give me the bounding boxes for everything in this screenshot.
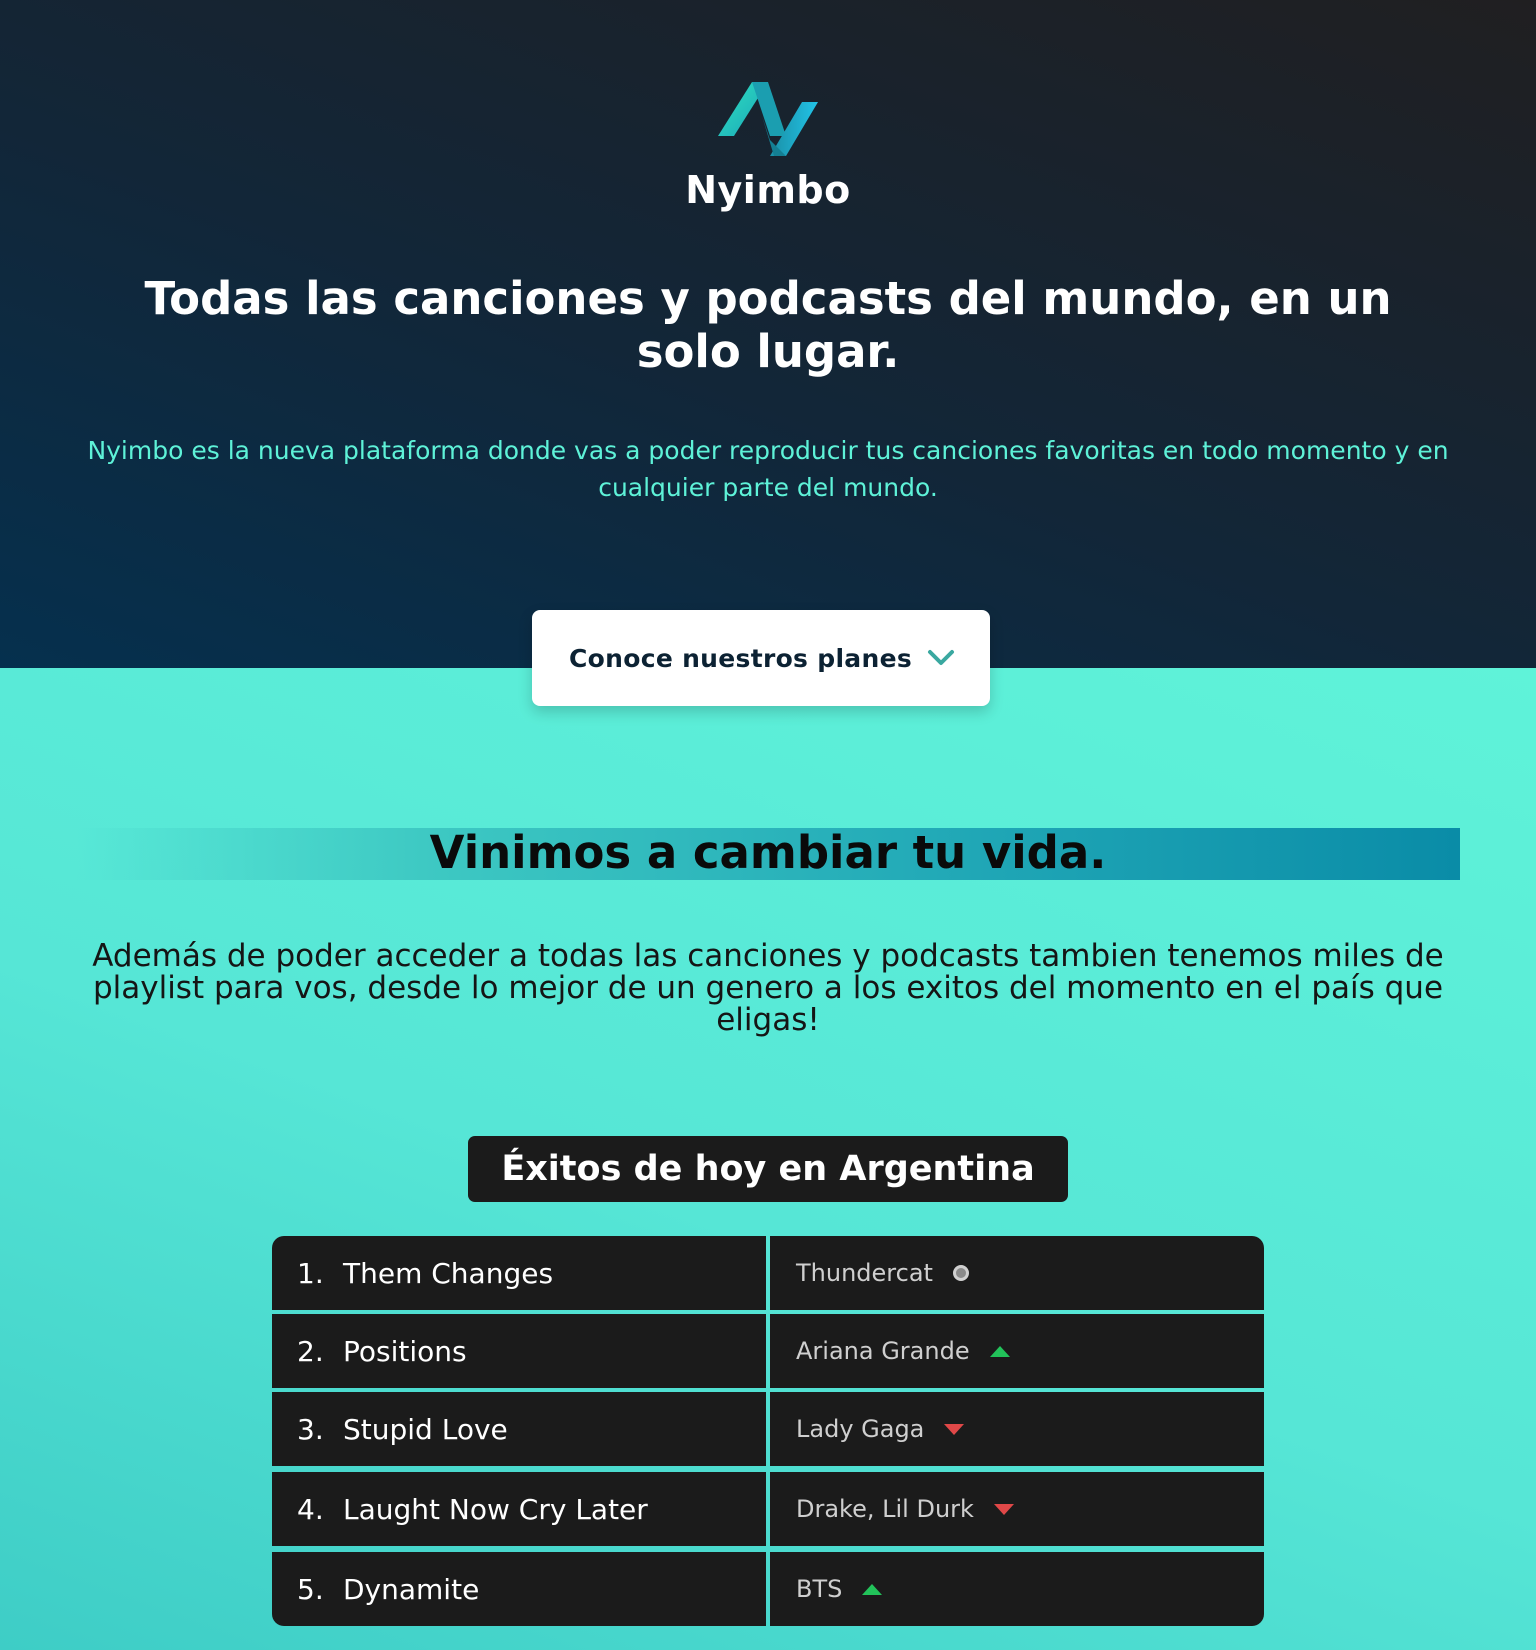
song-title: Positions [343,1334,467,1368]
artist-name: Drake, Lil Durk [796,1495,974,1523]
rank-number: 5. [297,1572,324,1606]
artist-name: Thundercat [796,1259,933,1287]
section-title: Vinimos a cambiar tu vida. [429,826,1107,879]
song-title: Them Changes [343,1256,554,1290]
hero-headline: Todas las canciones y podcasts del mundo… [144,272,1392,378]
artist-cell: Lady Gaga [770,1392,1264,1466]
trend-up-icon [862,1583,883,1595]
artist-cell: Drake, Lil Durk [770,1472,1264,1546]
trend-up-icon [989,1345,1010,1357]
brand-name: Nyimbo [685,168,851,212]
table-row[interactable]: 5. Dynamite BTS [272,1552,1264,1626]
song-cell: 1. Them Changes [272,1236,766,1310]
song-cell: 5. Dynamite [272,1552,766,1626]
rank-number: 4. [297,1492,324,1526]
song-cell: 4. Laught Now Cry Later [272,1472,766,1546]
rank-number: 3. [297,1412,324,1446]
table-row[interactable]: 2. Positions Ariana Grande [272,1314,1264,1388]
song-title: Laught Now Cry Later [343,1492,648,1526]
artist-name: Lady Gaga [796,1415,925,1443]
rank-number: 1. [297,1256,324,1290]
hits-title: Éxitos de hoy en Argentina [468,1136,1068,1202]
artist-name: BTS [796,1575,843,1603]
plans-button-label: Conoce nuestros planes [569,643,913,673]
rank-number: 2. [297,1334,324,1368]
chevron-down-icon [926,646,956,670]
table-row[interactable]: 4. Laught Now Cry Later Drake, Lil Durk [272,1472,1264,1546]
artist-name: Ariana Grande [796,1337,970,1365]
hits-table: 1. Them Changes Thundercat 2. Positions … [272,1236,1264,1626]
plans-button[interactable]: Conoce nuestros planes [532,610,990,706]
table-row[interactable]: 3. Stupid Love Lady Gaga [272,1392,1264,1466]
trend-down-icon [944,1423,965,1435]
section-description: Además de poder acceder a todas las canc… [92,938,1444,1038]
artist-cell: Ariana Grande [770,1314,1264,1388]
artist-cell: Thundercat [770,1236,1264,1310]
hero-subtitle: Nyimbo es la nueva plataforma donde vas … [87,436,1449,502]
artist-cell: BTS [770,1552,1264,1626]
song-title: Dynamite [343,1572,480,1606]
song-cell: 3. Stupid Love [272,1392,766,1466]
trend-same-icon [952,1265,969,1281]
trend-down-icon [993,1503,1014,1515]
song-cell: 2. Positions [272,1314,766,1388]
nyimbo-logo-icon [716,78,820,162]
song-title: Stupid Love [343,1412,508,1446]
table-row[interactable]: 1. Them Changes Thundercat [272,1236,1264,1310]
